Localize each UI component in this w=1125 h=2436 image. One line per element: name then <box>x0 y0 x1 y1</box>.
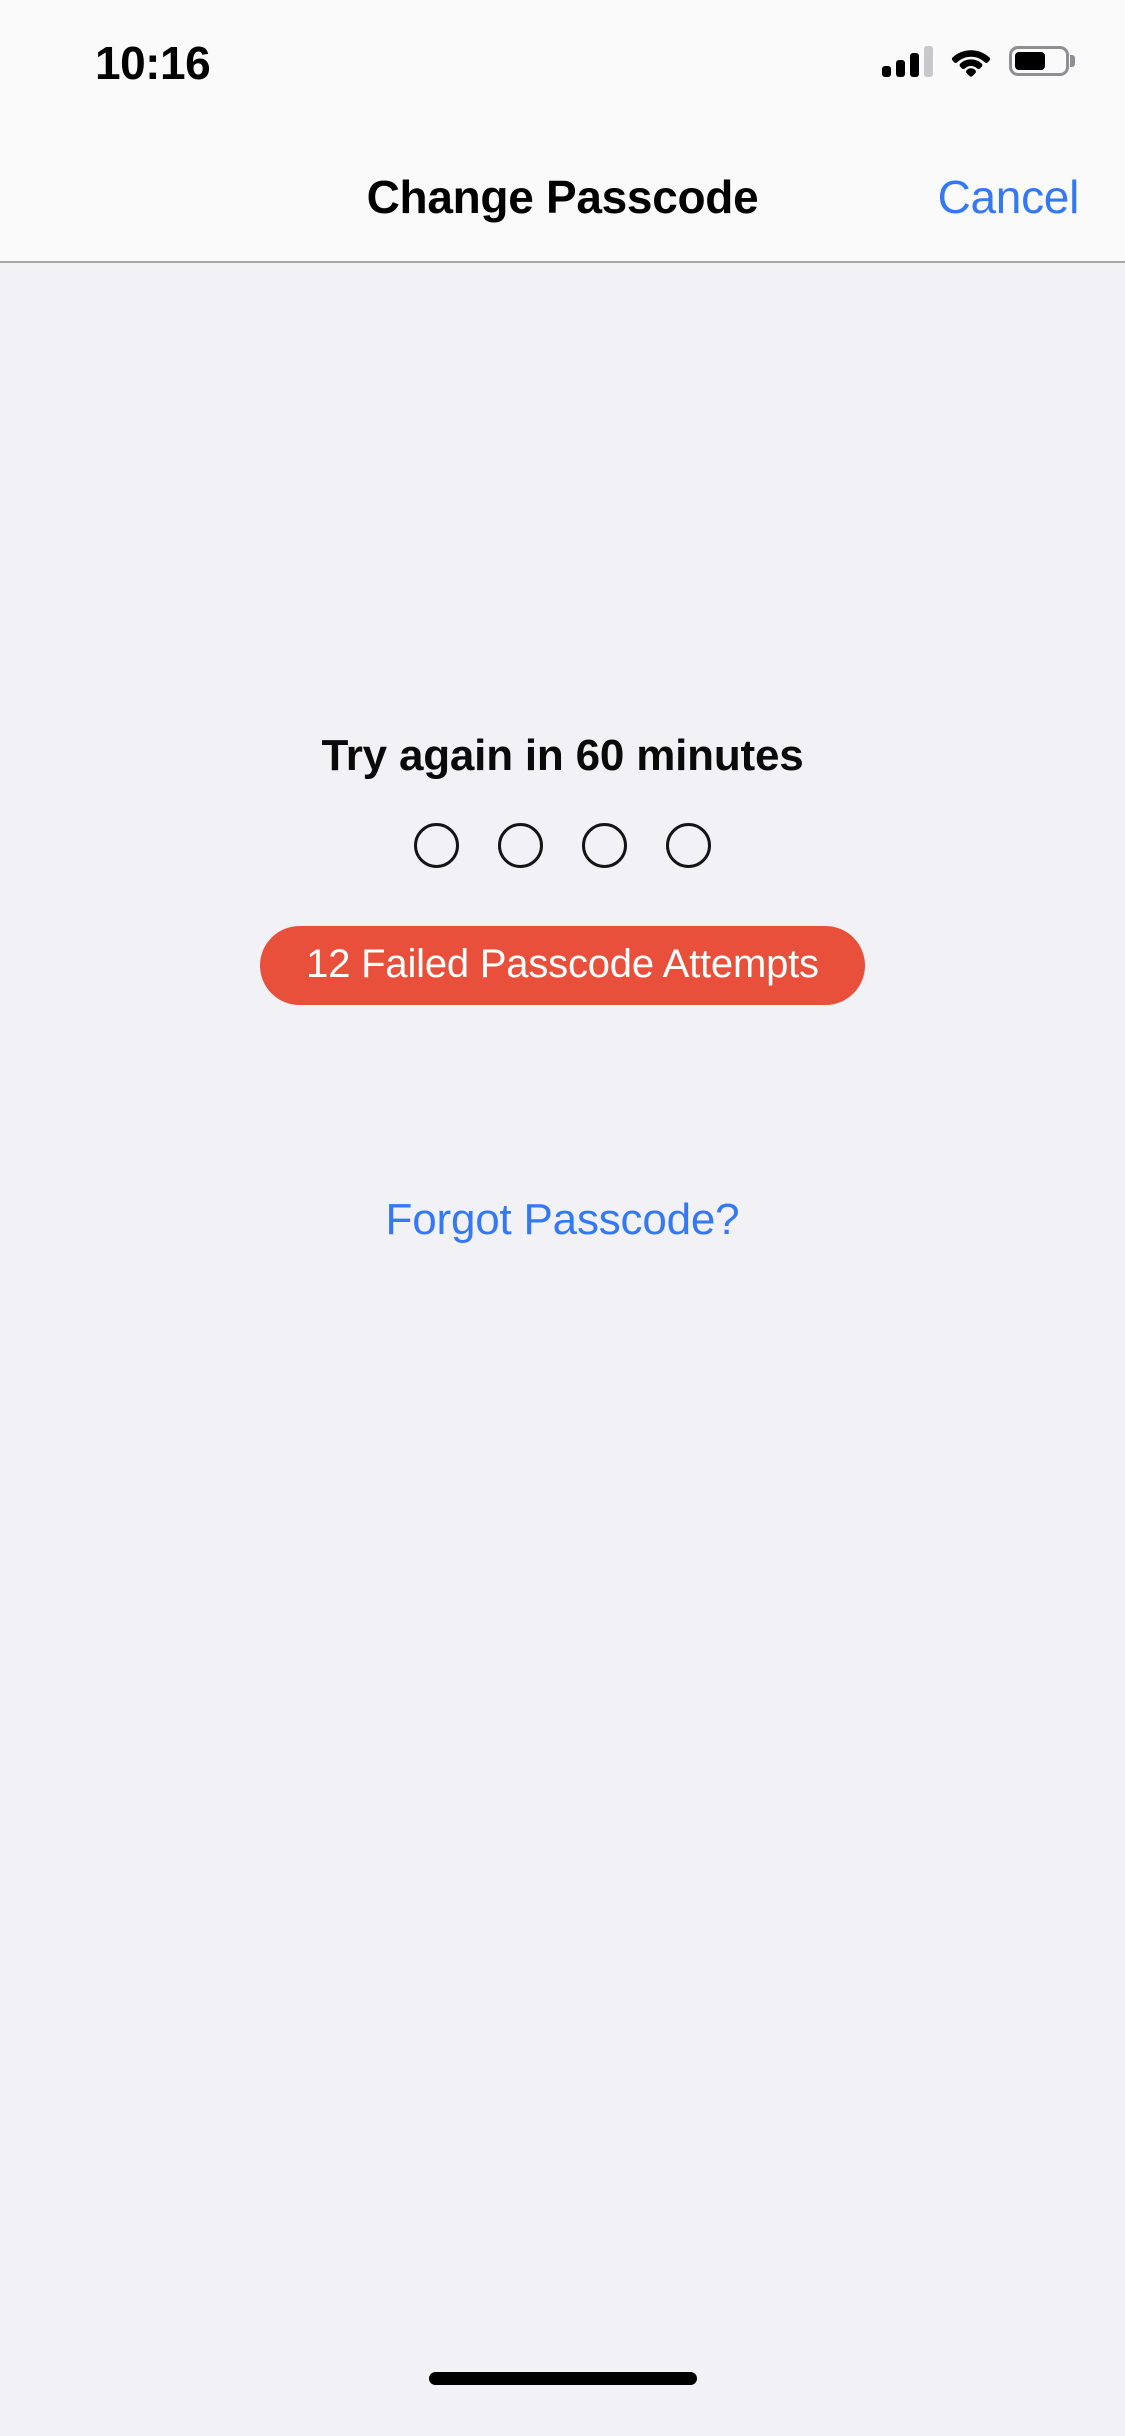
passcode-dots[interactable] <box>0 823 1125 868</box>
failed-attempts-container: 12 Failed Passcode Attempts <box>0 926 1125 1005</box>
passcode-dot[interactable] <box>666 823 711 868</box>
passcode-dot[interactable] <box>498 823 543 868</box>
wifi-icon <box>951 50 991 77</box>
status-bar-indicators <box>882 40 1069 82</box>
passcode-dot[interactable] <box>582 823 627 868</box>
home-indicator[interactable] <box>428 2372 697 2385</box>
failed-attempts-badge: 12 Failed Passcode Attempts <box>260 926 865 1005</box>
passcode-content: Try again in 60 minutes 12 Failed Passco… <box>0 263 1125 2436</box>
status-bar-clock: 10:16 <box>95 37 211 89</box>
battery-icon <box>1009 46 1069 76</box>
navigation-bar: Change Passcode Cancel <box>0 132 1125 263</box>
cancel-button[interactable]: Cancel <box>938 170 1080 224</box>
status-bar: 10:16 <box>0 0 1125 132</box>
iphone-screen: 10:16 Change Passcode Cancel Try again i… <box>0 0 1125 2436</box>
page-title: Change Passcode <box>366 170 759 223</box>
forgot-passcode-link[interactable]: Forgot Passcode? <box>0 1195 1125 1245</box>
home-indicator-area <box>0 2346 1125 2436</box>
cellular-signal-icon <box>882 45 933 77</box>
passcode-dot[interactable] <box>414 823 459 868</box>
prompt-title: Try again in 60 minutes <box>321 731 804 780</box>
